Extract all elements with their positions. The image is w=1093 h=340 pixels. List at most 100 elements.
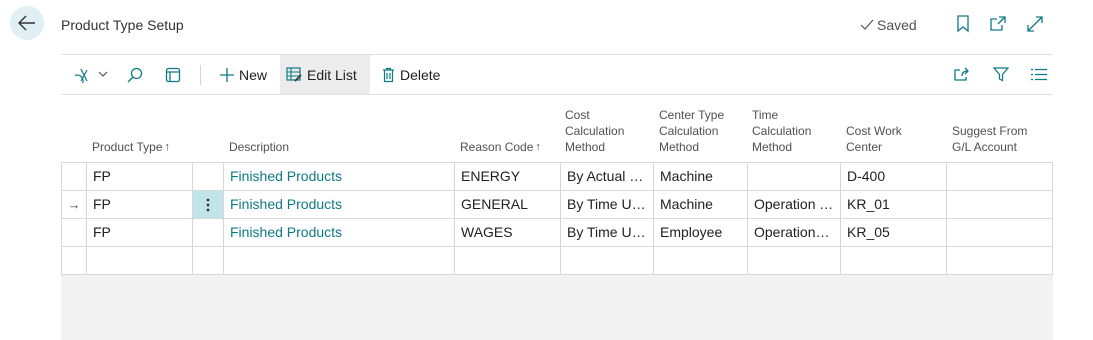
empty-cell[interactable] xyxy=(454,247,561,274)
filter-icon xyxy=(993,67,1009,82)
layout-icon xyxy=(165,67,181,82)
header-cost-calc-line2: Calculation xyxy=(565,124,625,138)
edit-list-label: Edit List xyxy=(307,66,357,83)
row-marker xyxy=(61,219,87,246)
saved-label: Saved xyxy=(877,17,917,33)
cell-cost-calculation-method[interactable]: By Time Used xyxy=(560,191,654,218)
empty-cell[interactable] xyxy=(840,247,947,274)
cell-suggest-from-gl-account[interactable] xyxy=(946,219,1051,246)
data-grid: FP Finished Products ENERGY By Actual Pr… xyxy=(61,162,1053,275)
cell-description[interactable]: Finished Products xyxy=(223,163,455,190)
filter-views-icon xyxy=(75,68,88,83)
row-actions-button[interactable] xyxy=(192,191,223,218)
cell-center-type-calculation-method[interactable]: Employee xyxy=(653,219,747,246)
cell-product-type[interactable]: FP xyxy=(86,219,193,246)
filter-button[interactable] xyxy=(987,55,1015,94)
search-button[interactable] xyxy=(121,55,149,94)
header-cost-calc-line1: Cost xyxy=(565,108,590,122)
action-toolbar: New Edit List Delete xyxy=(61,55,1053,94)
edit-list-button[interactable]: Edit List xyxy=(280,55,370,94)
expand-button[interactable] xyxy=(1025,14,1045,34)
sort-ascending-icon: ↑ xyxy=(164,141,171,153)
delete-button[interactable]: Delete xyxy=(376,55,446,94)
plus-icon xyxy=(220,67,234,82)
cell-reason-code[interactable]: GENERAL xyxy=(454,191,561,218)
header-cost-calculation-method[interactable]: Cost Calculation Method xyxy=(565,101,624,162)
new-entry-row[interactable] xyxy=(61,247,1053,275)
header-center-type-line1: Center Type xyxy=(659,108,725,122)
cell-time-calculation-method[interactable]: Operation T... xyxy=(747,191,841,218)
cell-center-type-calculation-method[interactable]: Machine xyxy=(653,191,747,218)
empty-cell[interactable] xyxy=(223,247,455,274)
views-dropdown[interactable] xyxy=(69,55,114,94)
share-button[interactable] xyxy=(947,55,976,94)
header-center-type-calculation-method[interactable]: Center Type Calculation Method xyxy=(659,101,724,162)
header-description-label: Description xyxy=(229,140,290,154)
header-time-calc-line3: Method xyxy=(752,140,793,154)
open-new-window-button[interactable] xyxy=(988,14,1008,34)
table-row[interactable]: FP Finished Products WAGES By Time Used … xyxy=(61,219,1053,247)
empty-cell[interactable] xyxy=(653,247,747,274)
table-row[interactable]: → FP Finished Products GENERAL By Time U… xyxy=(61,191,1053,219)
empty-grid-area xyxy=(61,275,1053,340)
cell-row-actions[interactable] xyxy=(192,219,223,246)
cell-cost-calculation-method[interactable]: By Time Used xyxy=(560,219,654,246)
header-suggest-from-gl-account[interactable]: Suggest From G/L Account xyxy=(952,101,1027,162)
empty-cell[interactable] xyxy=(192,247,223,274)
header-product-type-label: Product Type xyxy=(92,140,163,154)
header-description[interactable]: Description xyxy=(229,101,289,162)
cell-center-type-calculation-method[interactable]: Machine xyxy=(653,163,747,190)
list-icon xyxy=(1031,68,1047,81)
trash-icon xyxy=(383,67,394,82)
cell-description[interactable]: Finished Products xyxy=(223,191,455,218)
checkmark-icon xyxy=(860,19,874,30)
cell-suggest-from-gl-account[interactable] xyxy=(946,191,1051,218)
cell-cost-work-center[interactable]: KR_05 xyxy=(840,219,947,246)
back-button[interactable] xyxy=(10,6,44,40)
cell-product-type[interactable]: FP xyxy=(86,191,193,218)
header-cost-wc-line1: Cost Work xyxy=(846,124,902,138)
header-center-type-line3: Method xyxy=(659,140,700,154)
bookmark-button[interactable] xyxy=(953,14,973,34)
search-icon xyxy=(127,67,143,82)
edit-list-icon xyxy=(286,67,302,82)
share-icon xyxy=(954,67,969,81)
chevron-down-icon xyxy=(98,71,108,77)
header-reason-code[interactable]: Reason Code ↑ xyxy=(460,101,541,162)
personalize-button[interactable] xyxy=(159,55,187,94)
header-reason-code-label: Reason Code xyxy=(460,140,534,154)
header-cost-work-center[interactable]: Cost Work Center xyxy=(846,101,902,162)
cell-suggest-from-gl-account[interactable] xyxy=(946,163,1051,190)
header-product-type[interactable]: Product Type ↑ xyxy=(92,101,170,162)
current-row-arrow-icon: → xyxy=(67,197,81,212)
table-row[interactable]: FP Finished Products ENERGY By Actual Pr… xyxy=(61,163,1053,191)
cell-product-type[interactable]: FP xyxy=(86,163,193,190)
cell-cost-calculation-method[interactable]: By Actual Pr... xyxy=(560,163,654,190)
cell-cost-work-center[interactable]: D-400 xyxy=(840,163,947,190)
toolbar-separator xyxy=(200,65,201,85)
empty-cell[interactable] xyxy=(747,247,841,274)
cell-time-calculation-method[interactable]: Operation+... xyxy=(747,219,841,246)
sort-ascending-icon: ↑ xyxy=(535,141,541,153)
empty-cell[interactable] xyxy=(560,247,654,274)
header-center-type-line2: Calculation xyxy=(659,124,719,138)
header-cost-wc-line2: Center xyxy=(846,140,883,154)
list-view-button[interactable] xyxy=(1025,55,1053,94)
arrow-left-icon xyxy=(18,15,35,31)
toolbar-divider xyxy=(61,94,1053,95)
empty-cell[interactable] xyxy=(86,247,193,274)
header-cost-calc-line3: Method xyxy=(565,140,606,154)
empty-cell[interactable] xyxy=(946,247,1051,274)
bookmark-icon xyxy=(957,15,969,33)
new-label: New xyxy=(239,66,268,83)
header-suggest-line1: Suggest From xyxy=(952,124,1028,138)
new-button[interactable]: New xyxy=(214,55,273,94)
cell-row-actions[interactable] xyxy=(192,163,223,190)
cell-description[interactable]: Finished Products xyxy=(223,219,455,246)
cell-reason-code[interactable]: WAGES xyxy=(454,219,561,246)
page-title: Product Type Setup xyxy=(61,17,184,33)
cell-time-calculation-method[interactable] xyxy=(747,163,841,190)
header-time-calculation-method[interactable]: Time Calculation Method xyxy=(752,101,811,162)
cell-reason-code[interactable]: ENERGY xyxy=(454,163,561,190)
cell-cost-work-center[interactable]: KR_01 xyxy=(840,191,947,218)
